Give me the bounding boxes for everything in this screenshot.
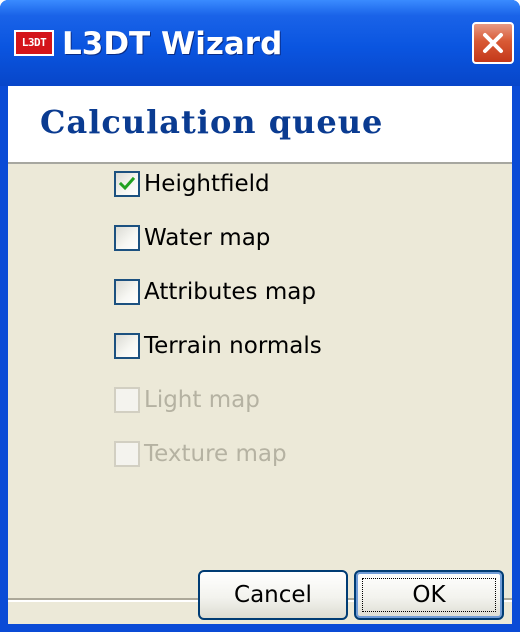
option-label: Texture map [144,441,287,467]
option-label: Attributes map [144,279,316,305]
light-map-checkbox [114,387,140,413]
page-title: Calculation queue [40,103,384,141]
app-logo-icon: L3DT [14,30,54,56]
water-map-checkbox[interactable] [114,225,140,251]
close-icon [483,33,503,53]
texture-map-checkbox [114,441,140,467]
window-title: L3DT Wizard [62,26,283,62]
option-texture-map: Texture map [114,436,287,472]
option-label: Terrain normals [144,333,322,359]
attributes-map-checkbox[interactable] [114,279,140,305]
cancel-button[interactable]: Cancel [198,570,348,620]
ok-button[interactable]: OK [354,570,504,620]
options-panel: Heightfield Water map Attributes map Ter… [8,164,512,624]
option-terrain-normals[interactable]: Terrain normals [114,328,322,364]
option-label: Light map [144,387,260,413]
option-label: Heightfield [144,171,270,197]
focus-ring [362,578,496,612]
wizard-header: Calculation queue [8,86,512,164]
terrain-normals-checkbox[interactable] [114,333,140,359]
option-light-map: Light map [114,382,260,418]
option-label: Water map [144,225,271,251]
title-bar[interactable]: L3DT L3DT Wizard [0,0,520,86]
option-heightfield[interactable]: Heightfield [114,166,270,202]
option-attributes-map[interactable]: Attributes map [114,274,316,310]
wizard-window: L3DT L3DT Wizard Calculation queue Heigh… [0,0,520,632]
option-water-map[interactable]: Water map [114,220,270,256]
close-button[interactable] [472,22,514,64]
checkmark-icon [118,176,136,191]
heightfield-checkbox[interactable] [114,171,140,197]
